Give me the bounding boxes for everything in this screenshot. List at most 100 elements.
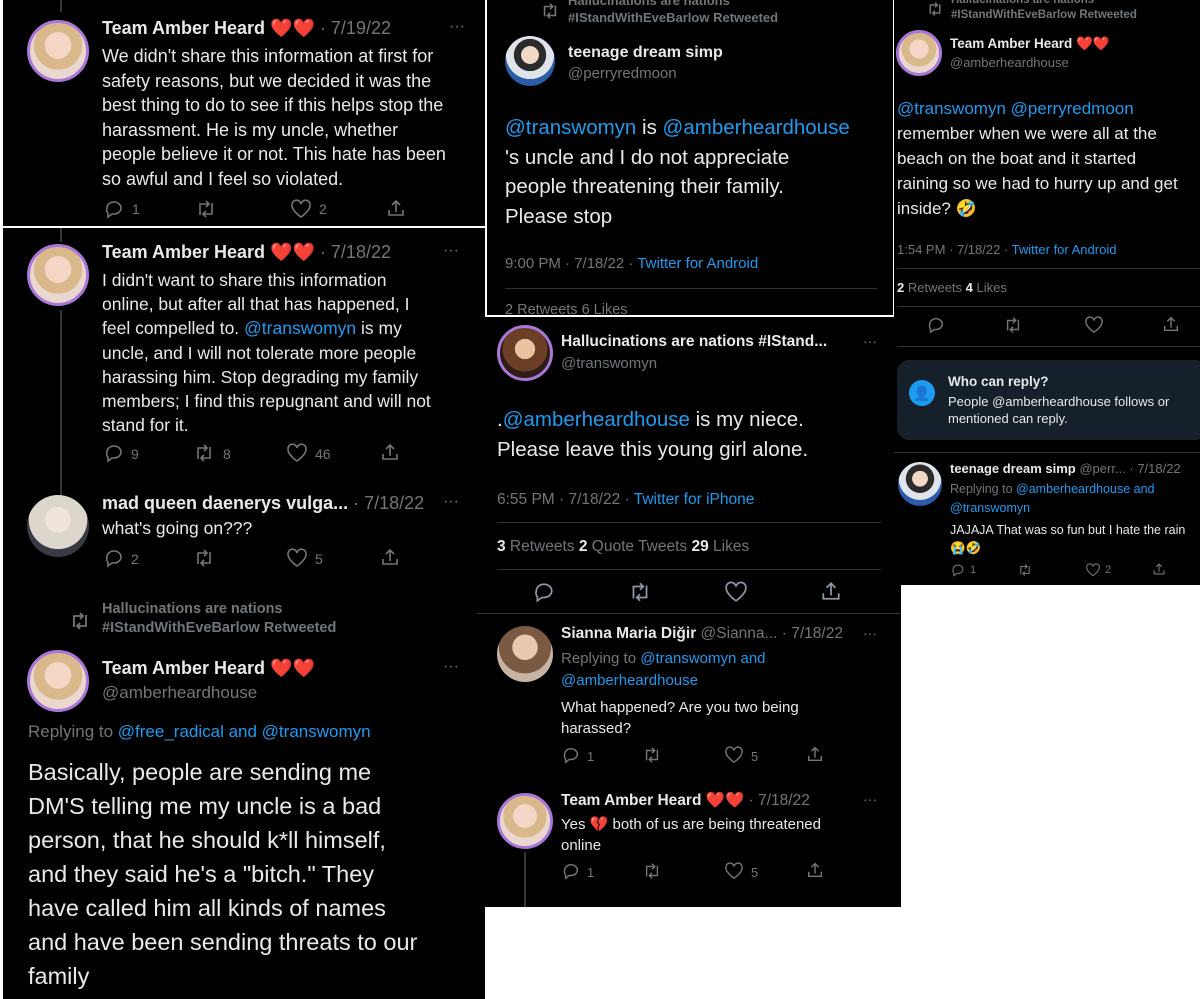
source-link[interactable]: Twitter for Android — [1012, 242, 1117, 257]
mention-link[interactable]: @transwomyn — [505, 116, 636, 139]
tweet-panel-5: Hallucinations are nations #IStandWithEv… — [894, 0, 1200, 585]
retweet-icon[interactable] — [195, 199, 217, 219]
share-icon[interactable] — [820, 580, 842, 602]
mention-link[interactable]: @amberheardhouse and — [1016, 482, 1154, 496]
mention-link[interactable]: @transwomyn @perryredmoon — [897, 96, 1178, 121]
avatar[interactable] — [27, 495, 89, 557]
retweet-icon[interactable] — [642, 746, 662, 764]
more-options-icon[interactable]: ··· — [443, 242, 459, 260]
tweet-header: Team Amber Heard ❤️❤️ — [102, 658, 315, 679]
author-handle[interactable]: @amberheardhouse — [950, 55, 1069, 70]
tweet-header: Team Amber Heard ❤️❤️ · 7/19/22 — [102, 18, 391, 39]
author-name[interactable]: Team Amber Heard — [561, 792, 701, 809]
share-icon[interactable] — [1152, 562, 1166, 576]
like-icon[interactable] — [1084, 316, 1104, 334]
avatar[interactable] — [27, 244, 89, 306]
avatar[interactable] — [497, 325, 553, 381]
reply-icon[interactable] — [562, 862, 580, 880]
share-icon[interactable] — [380, 547, 400, 567]
share-icon[interactable] — [1162, 315, 1180, 333]
author-name[interactable]: Hallucinations are nations #IStand... — [561, 333, 827, 351]
divider — [894, 452, 1200, 453]
author-handle[interactable]: @amberheardhouse — [102, 683, 257, 703]
retweet-icon[interactable] — [628, 581, 652, 603]
tweet-timestamp: 1:54 PM · 7/18/22 · Twitter for Android — [897, 242, 1117, 257]
reply-icon[interactable] — [104, 443, 124, 463]
reply-icon[interactable] — [927, 316, 945, 334]
avatar[interactable] — [896, 30, 942, 76]
share-icon[interactable] — [806, 861, 824, 879]
author-name[interactable]: mad queen daenerys vulga... — [102, 493, 348, 513]
tweet-text: Yes 💔 both of us are being threatened on… — [561, 816, 821, 854]
more-options-icon[interactable]: ··· — [863, 791, 877, 807]
more-options-icon[interactable]: ··· — [443, 493, 459, 511]
like-icon[interactable] — [1085, 563, 1101, 577]
avatar[interactable] — [898, 462, 942, 506]
like-icon[interactable] — [724, 746, 744, 764]
tweet-text: @transwomyn is @amberheardhouse 's uncle… — [505, 116, 850, 228]
retweet-icon[interactable] — [193, 443, 215, 463]
like-icon[interactable] — [724, 581, 748, 603]
reply-icon[interactable] — [104, 199, 124, 219]
reply-icon[interactable] — [533, 581, 555, 603]
thread-line — [60, 310, 62, 495]
hearts-emoji: ❤️❤️ — [1076, 36, 1110, 51]
mention-link[interactable]: @free_radical and @transwomyn — [118, 722, 371, 741]
handle-and-date[interactable]: @Sianna... · 7/18/22 — [701, 625, 843, 642]
author-name[interactable]: Team Amber Heard — [102, 658, 265, 678]
divider — [897, 346, 1200, 347]
mention-link[interactable]: @amberheardhouse — [503, 408, 690, 431]
mention-link[interactable]: @transwomyn — [244, 318, 356, 338]
source-link[interactable]: Twitter for Android — [637, 255, 758, 272]
reply-icon[interactable] — [104, 548, 124, 568]
hearts-emoji: ❤️❤️ — [705, 792, 745, 809]
tweet-panel-4: Hallucinations are nations #IStand... ··… — [477, 317, 901, 907]
author-handle[interactable]: @transwomyn — [561, 355, 657, 372]
avatar[interactable] — [27, 650, 89, 712]
more-options-icon[interactable]: ··· — [863, 333, 877, 349]
author-name[interactable]: Team Amber Heard — [950, 36, 1072, 51]
tweet-text: .@amberheardhouse is my niece. Please le… — [497, 408, 809, 461]
like-icon[interactable] — [286, 548, 308, 568]
source-link[interactable]: Twitter for iPhone — [634, 491, 755, 508]
reply-icon[interactable] — [951, 563, 965, 577]
like-icon[interactable] — [286, 443, 308, 463]
thread-line — [60, 0, 62, 12]
tweet-header: Team Amber Heard ❤️❤️ — [950, 36, 1110, 52]
reply-icon[interactable] — [562, 746, 580, 764]
tweet-date[interactable]: · 7/18/22 — [749, 792, 810, 809]
tweet-date[interactable]: · 7/19/22 — [320, 18, 391, 38]
tweet-date[interactable]: · 7/18/22 — [320, 242, 391, 262]
like-icon[interactable] — [724, 862, 744, 880]
share-icon[interactable] — [386, 198, 406, 218]
retweet-icon[interactable] — [1017, 563, 1033, 577]
avatar[interactable] — [497, 626, 553, 682]
author-name[interactable]: teenage dream simp — [568, 44, 723, 62]
author-name[interactable]: Team Amber Heard — [102, 18, 265, 38]
handle-and-date[interactable]: @perr... · 7/18/22 — [1079, 461, 1180, 476]
mention-link[interactable]: @transwomyn — [950, 499, 1155, 518]
avatar[interactable] — [505, 36, 555, 86]
author-name[interactable]: teenage dream simp — [950, 461, 1076, 476]
more-options-icon[interactable]: ··· — [449, 18, 465, 36]
like-icon[interactable] — [290, 199, 312, 219]
more-options-icon[interactable]: ··· — [443, 658, 459, 676]
retweet-icon[interactable] — [193, 548, 215, 568]
avatar[interactable] — [27, 20, 89, 82]
retweet-icon — [926, 1, 944, 17]
author-name[interactable]: Team Amber Heard — [102, 242, 265, 262]
mention-link[interactable]: @amberheardhouse — [561, 670, 766, 692]
mention-link[interactable]: @transwomyn and — [640, 650, 765, 667]
tweet-header: teenage dream simp @perr... · 7/18/22 — [950, 461, 1181, 476]
share-icon[interactable] — [380, 442, 400, 462]
avatar[interactable] — [497, 793, 553, 849]
author-name[interactable]: Sianna Maria Diğir — [561, 625, 696, 642]
retweet-icon[interactable] — [1003, 316, 1023, 334]
author-handle[interactable]: @perryredmoon — [568, 65, 677, 82]
tweet-date[interactable]: · 7/18/22 — [353, 493, 424, 513]
more-options-icon[interactable]: ··· — [863, 625, 877, 641]
thread-line — [524, 852, 526, 907]
share-icon[interactable] — [806, 745, 824, 763]
mention-link[interactable]: @amberheardhouse — [663, 116, 850, 139]
retweet-icon[interactable] — [642, 862, 662, 880]
